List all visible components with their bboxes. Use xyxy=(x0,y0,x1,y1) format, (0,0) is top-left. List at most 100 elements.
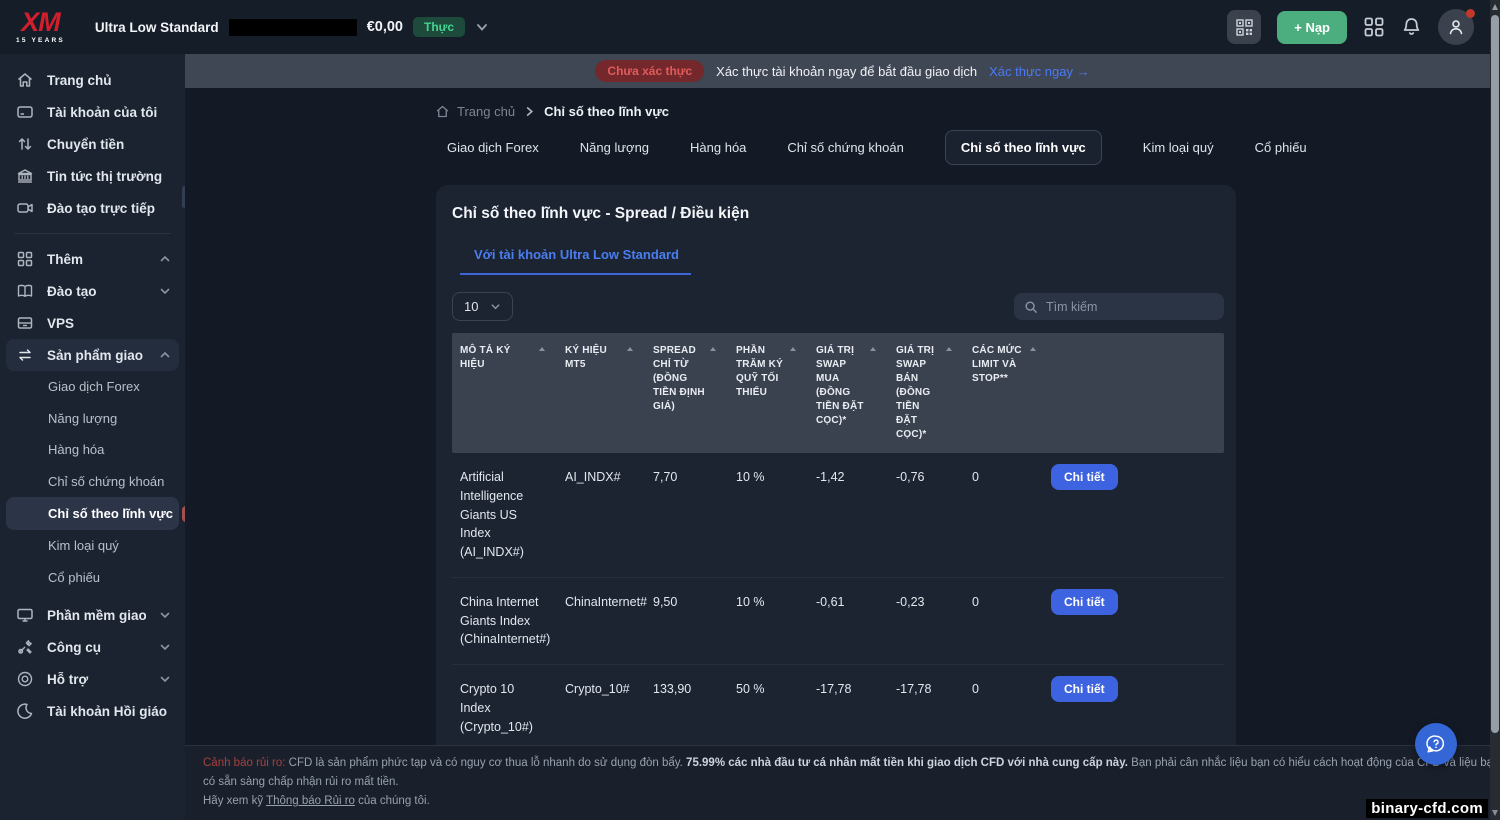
page-scrollbar[interactable] xyxy=(1490,0,1500,820)
risk-disclosure-link[interactable]: Thông báo Rủi ro xyxy=(266,795,355,807)
scrollbar-up-arrow[interactable] xyxy=(1492,4,1498,10)
chevron-down-icon xyxy=(159,673,171,685)
scrollbar-down-arrow[interactable] xyxy=(1492,810,1498,816)
sidebar-item-islamic-account[interactable]: Tài khoản Hồi giáo xyxy=(0,695,185,727)
sidebar-item-my-accounts[interactable]: Tài khoản của tôi xyxy=(0,96,185,128)
qr-code-button[interactable] xyxy=(1227,10,1261,44)
chevron-down-icon xyxy=(159,609,171,621)
notifications-bell-icon[interactable] xyxy=(1401,16,1422,38)
verify-now-link[interactable]: Xác thực ngay → xyxy=(989,64,1089,79)
cell-spread: 133,90 xyxy=(645,665,728,751)
tab-shares[interactable]: Cổ phiếu xyxy=(1255,140,1307,155)
sidebar-item-live-education[interactable]: Đào tạo trực tiếp xyxy=(0,192,185,224)
sidebar-item-transfer[interactable]: Chuyển tiền xyxy=(0,128,185,160)
user-avatar[interactable] xyxy=(1438,9,1474,45)
sidebar-item-education[interactable]: Đào tạo xyxy=(0,275,185,307)
breadcrumb: Trang chủ Chỉ số theo lĩnh vực xyxy=(435,104,1500,119)
cell-spread: 9,50 xyxy=(645,578,728,664)
notification-dot xyxy=(1466,9,1475,18)
sidebar-subitem-precious-metals[interactable]: Kim loại quý xyxy=(0,530,185,562)
breadcrumb-home[interactable]: Trang chủ xyxy=(435,104,515,119)
swap-arrows-icon xyxy=(16,346,34,364)
tab-energy[interactable]: Năng lượng xyxy=(580,140,649,155)
tab-thematic-indices[interactable]: Chỉ số theo lĩnh vực xyxy=(945,130,1102,165)
search-icon xyxy=(1024,300,1038,314)
sidebar-item-label: Sản phẩm giao dịch xyxy=(47,348,146,363)
risk-warning-footer: Cảnh báo rủi ro: CFD là sản phẩm phức tạ… xyxy=(185,745,1500,820)
video-camera-icon xyxy=(16,199,34,217)
chat-support-button[interactable] xyxy=(1415,723,1457,765)
cell-swap-long: -0,61 xyxy=(808,578,888,664)
sidebar-subitem-energy[interactable]: Năng lượng xyxy=(0,403,185,435)
sidebar-subitem-label: Chỉ số theo lĩnh vực xyxy=(48,506,173,521)
sidebar-subitem-shares[interactable]: Cổ phiếu xyxy=(0,562,185,594)
chevron-down-icon xyxy=(475,20,489,34)
sidebar-item-market-news[interactable]: Tin tức thị trường xyxy=(0,160,185,192)
column-header[interactable]: GIÁ TRỊ SWAP BÁN (ĐỒNG TIỀN ĐẶT CỌC)* xyxy=(888,333,964,453)
page-size-select[interactable]: 10 xyxy=(452,292,513,321)
detail-button[interactable]: Chi tiết xyxy=(1051,589,1118,615)
sidebar-item-support[interactable]: Hỗ trợ xyxy=(0,663,185,695)
tab-precious-metals[interactable]: Kim loại quý xyxy=(1143,140,1214,155)
xm-logo[interactable]: XM 15 YEARS xyxy=(16,9,65,45)
detail-button[interactable]: Chi tiết xyxy=(1051,676,1118,702)
sort-icon xyxy=(870,347,876,351)
scrollbar-thumb[interactable] xyxy=(1491,15,1499,733)
sidebar-subitem-commodities[interactable]: Hàng hóa xyxy=(0,434,185,466)
column-header[interactable]: GIÁ TRỊ SWAP MUA (ĐỒNG TIỀN ĐẶT CỌC)* xyxy=(808,333,888,453)
cell-swap-short: -0,23 xyxy=(888,578,964,664)
chevron-up-icon xyxy=(159,349,171,361)
column-header[interactable]: SPREAD CHỈ TỪ (ĐỒNG TIỀN ĐỊNH GIÁ) xyxy=(645,333,728,453)
column-header[interactable]: PHẦN TRĂM KÝ QUỸ TỐI THIỂU xyxy=(728,333,808,453)
sidebar-item-vps[interactable]: VPS xyxy=(0,307,185,339)
account-type-subtab[interactable]: Với tài khoản Ultra Low Standard xyxy=(460,247,691,275)
sort-icon xyxy=(1030,347,1036,351)
account-switcher[interactable]: Ultra Low Standard €0,00 Thực xyxy=(95,17,489,37)
sidebar-item-trading-platforms[interactable]: Phần mềm giao dịch xyxy=(0,599,185,631)
cell-symbol: AI_INDX# xyxy=(557,453,645,577)
search-input[interactable] xyxy=(1046,300,1206,314)
home-icon xyxy=(435,104,450,119)
tab-forex[interactable]: Giao dịch Forex xyxy=(447,140,539,155)
server-icon xyxy=(16,314,34,332)
column-header[interactable]: MÔ TẢ KÝ HIỆU xyxy=(452,333,557,453)
lifebuoy-icon xyxy=(16,670,34,688)
unverified-badge: Chưa xác thực xyxy=(595,60,704,82)
search-box xyxy=(1014,293,1224,320)
sidebar-item-more[interactable]: Thêm xyxy=(0,243,185,275)
cell-limit: 0 xyxy=(964,453,1048,577)
sort-icon xyxy=(627,347,633,351)
cell-swap-long: -1,42 xyxy=(808,453,888,577)
account-real-badge: Thực xyxy=(413,17,465,37)
credit-card-icon xyxy=(16,103,34,121)
sort-icon xyxy=(946,347,952,351)
column-header[interactable]: CÁC MỨC LIMIT VÀ STOP** xyxy=(964,333,1048,453)
cell-margin: 10 % xyxy=(728,578,808,664)
cell-symbol: ChinaInternet# xyxy=(557,578,645,664)
sidebar-subitem-thematic-indices[interactable]: Chỉ số theo lĩnh vực MỚI xyxy=(6,497,179,530)
sidebar-item-home[interactable]: Trang chủ xyxy=(0,64,185,96)
sidebar-item-trading-products[interactable]: Sản phẩm giao dịch xyxy=(6,339,179,371)
apps-grid-icon[interactable] xyxy=(1363,16,1385,38)
sidebar-item-label: VPS xyxy=(47,316,171,331)
chevron-down-icon xyxy=(490,301,501,312)
sidebar-subitem-stock-indices[interactable]: Chỉ số chứng khoán xyxy=(0,466,185,498)
sidebar-item-label: Tài khoản Hồi giáo xyxy=(47,704,171,719)
sidebar-item-tools[interactable]: Công cụ xyxy=(0,631,185,663)
category-tabs: Giao dịch Forex Năng lượng Hàng hóa Chỉ … xyxy=(447,139,1500,156)
risk-warning-text: CFD là sản phẩm phức tạp và có nguy cơ t… xyxy=(289,757,683,769)
cell-swap-long: -17,78 xyxy=(808,665,888,751)
verification-message: Xác thực tài khoản ngay để bắt đầu giao … xyxy=(716,64,977,79)
tab-commodities[interactable]: Hàng hóa xyxy=(690,140,746,155)
detail-button[interactable]: Chi tiết xyxy=(1051,464,1118,490)
tab-stock-indices[interactable]: Chỉ số chứng khoán xyxy=(787,140,903,155)
account-number-redacted xyxy=(229,19,357,36)
cell-limit: 0 xyxy=(964,578,1048,664)
watermark: binary-cfd.com xyxy=(1366,799,1488,818)
column-header[interactable]: KÝ HIỆU MT5 xyxy=(557,333,645,453)
deposit-button[interactable]: + Nạp xyxy=(1277,11,1347,44)
person-icon xyxy=(1447,18,1465,36)
sidebar-subitem-forex[interactable]: Giao dịch Forex xyxy=(0,371,185,403)
breadcrumb-current: Chỉ số theo lĩnh vực xyxy=(544,104,669,119)
risk-warning-label: Cảnh báo rủi ro: xyxy=(203,757,285,769)
